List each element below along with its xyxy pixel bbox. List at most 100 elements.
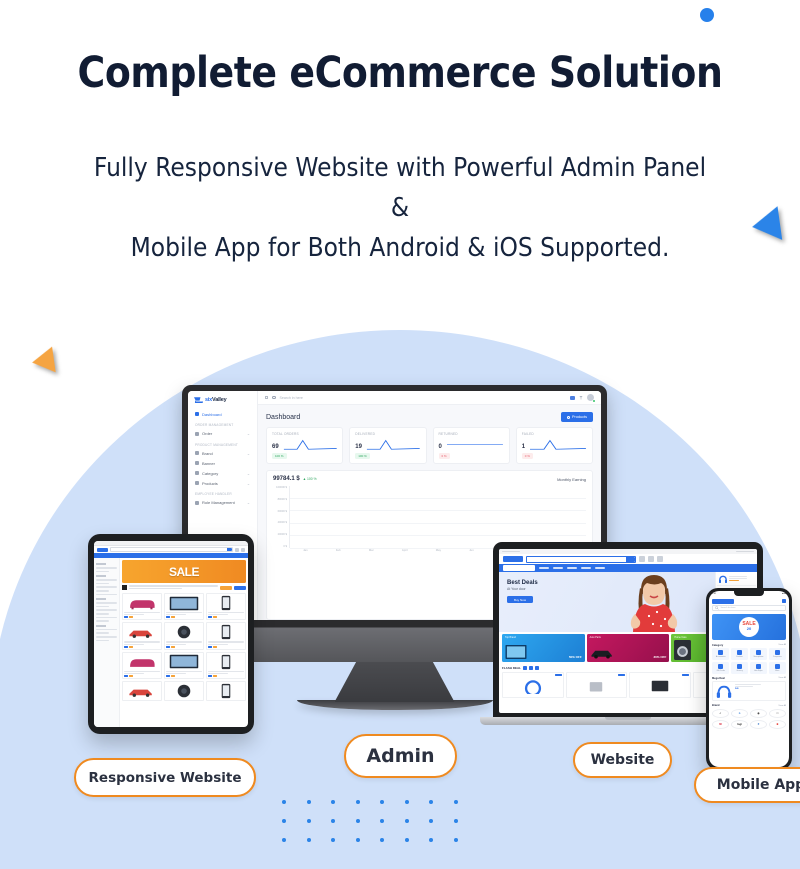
app-logo[interactable] xyxy=(712,598,734,604)
promo-card[interactable]: Top Brand 50% OFF xyxy=(502,634,585,662)
sidebar-section-product-management: PRODUCT MANAGEMENT xyxy=(195,442,239,447)
label-responsive-website[interactable]: Responsive Website xyxy=(74,758,256,797)
stat-card-total-orders[interactable]: TOTAL ORDERS 69 100 % xyxy=(266,427,344,464)
y-tick: 20000 $ xyxy=(277,533,287,537)
promo-card[interactable]: Auto Parts 30% OFF xyxy=(586,634,670,662)
notification-icon[interactable] xyxy=(579,395,583,400)
nav-item-mobile[interactable] xyxy=(595,567,605,569)
sparkline-icon xyxy=(283,439,337,450)
sidebar-item-brand[interactable]: Brand ⌄ xyxy=(188,448,257,458)
product-card[interactable] xyxy=(164,651,204,680)
cart-icon[interactable] xyxy=(657,556,663,562)
notification-icon[interactable] xyxy=(782,599,786,603)
cart-icon[interactable] xyxy=(241,547,245,552)
stat-card-delivered[interactable]: DELIVERED 19 100 % xyxy=(349,427,427,464)
product-card[interactable] xyxy=(206,681,246,702)
chart-gridline xyxy=(290,522,586,524)
category-tile-hair-styler[interactable]: Hair Styler xyxy=(749,661,768,674)
offers-icon[interactable] xyxy=(648,556,654,562)
filter-sidebar[interactable] xyxy=(94,558,120,727)
site-logo[interactable] xyxy=(97,547,108,552)
brand-nike[interactable]: ✓ xyxy=(712,708,729,718)
product-card[interactable] xyxy=(164,622,204,650)
sidebar-item-label: Banner xyxy=(202,460,215,466)
orange-action-button[interactable] xyxy=(220,585,232,590)
app-sale-banner[interactable]: SALE 20 xyxy=(712,613,786,640)
product-card[interactable] xyxy=(122,651,162,680)
sidebar-item-order[interactable]: Order ⌄ xyxy=(188,429,257,439)
nav-item-gift[interactable] xyxy=(567,567,577,569)
nav-item-pets[interactable] xyxy=(553,567,563,569)
brand-cc[interactable]: ◉ xyxy=(750,708,767,718)
wishlist-icon[interactable] xyxy=(639,556,645,562)
stat-card-failed[interactable]: FAILED 1 0 % xyxy=(515,427,593,464)
products-button[interactable]: Products xyxy=(561,412,593,422)
brand-mader[interactable]: M xyxy=(712,719,729,729)
language-icon[interactable] xyxy=(570,395,575,400)
brand-logi[interactable]: logi xyxy=(731,719,748,729)
sidebar-item-products[interactable]: Products ⌄ xyxy=(188,478,257,488)
label-mobile-app[interactable]: Mobile App xyxy=(694,767,800,803)
label-website[interactable]: Website xyxy=(573,742,672,778)
label-admin[interactable]: Admin xyxy=(344,734,457,778)
menu-toggle-icon[interactable] xyxy=(265,396,268,399)
admin-brand-name: sixValley xyxy=(205,396,227,403)
brand-ford[interactable]: F xyxy=(750,719,767,729)
product-card[interactable] xyxy=(164,681,204,702)
blue-action-button[interactable] xyxy=(234,585,246,590)
sparkline-icon xyxy=(446,444,503,445)
view-all-link[interactable]: View All xyxy=(778,677,786,679)
product-card[interactable] xyxy=(206,593,246,621)
category-label: Smartphone xyxy=(753,656,764,658)
nav-item-electronic[interactable] xyxy=(581,567,591,569)
product-card[interactable] xyxy=(164,593,204,621)
tablet-site-header xyxy=(94,546,248,553)
stat-card-returned[interactable]: RETURNED 0 0 % xyxy=(432,427,510,464)
product-card[interactable] xyxy=(122,681,162,702)
stat-delta: 0 % xyxy=(438,453,450,459)
site-logo[interactable] xyxy=(503,556,523,562)
sidebar-item-role-management[interactable]: Role Management ⌄ xyxy=(188,498,257,508)
wishlist-icon[interactable] xyxy=(235,547,239,552)
earning-percent: ▲ 100 % xyxy=(302,477,317,481)
product-card[interactable] xyxy=(565,672,627,698)
search-input[interactable] xyxy=(526,555,636,563)
view-all-link[interactable]: View All xyxy=(778,644,786,646)
brand-nuvi[interactable]: n xyxy=(731,708,748,718)
admin-logo[interactable]: sixValley xyxy=(188,396,257,409)
categories-dropdown[interactable] xyxy=(503,565,535,571)
search-input[interactable] xyxy=(110,547,233,552)
category-tile-smartphone[interactable]: Smartphone xyxy=(749,648,768,660)
promo-card-badge: 30% OFF xyxy=(653,655,667,659)
list-item[interactable] xyxy=(717,573,756,586)
avatar[interactable] xyxy=(587,394,595,402)
sidebar-item-category[interactable]: Category ⌄ xyxy=(188,468,257,478)
nav-item-home[interactable] xyxy=(539,567,549,569)
app-search-bar[interactable]: Search for item xyxy=(712,605,786,611)
category-tile-fashion[interactable]: Fashion xyxy=(730,648,749,660)
tablet-screen: SALE xyxy=(94,541,248,727)
search-input[interactable]: Search in here xyxy=(280,396,303,400)
buy-now-button[interactable]: Buy Now xyxy=(507,596,533,603)
view-all-link[interactable]: View All xyxy=(778,705,786,707)
sidebar-item-label: Category xyxy=(202,470,219,476)
sale-banner[interactable]: SALE xyxy=(122,560,246,583)
product-card[interactable] xyxy=(122,622,162,650)
deal-card[interactable]: $45 xyxy=(712,681,786,701)
category-tile-gift-cards[interactable]: Gift Cards xyxy=(712,661,730,674)
product-card[interactable] xyxy=(206,622,246,650)
product-card[interactable] xyxy=(122,593,162,621)
product-card[interactable] xyxy=(206,651,246,680)
product-card[interactable] xyxy=(629,672,691,698)
category-tile-computers[interactable]: Computers xyxy=(768,648,786,660)
sidebar-section-employee-handler: EMPLOYEE HANDLER xyxy=(195,492,232,496)
product-card[interactable] xyxy=(502,672,564,698)
color-swatch[interactable] xyxy=(122,585,127,590)
brand-apple[interactable]:  xyxy=(769,708,786,718)
sidebar-item-banner[interactable]: Banner xyxy=(188,458,257,468)
category-tile-grocery[interactable]: Grocery xyxy=(730,661,749,674)
category-tile-accessories[interactable]: Accessories xyxy=(712,648,730,660)
brand-huawei[interactable]: ❄ xyxy=(769,719,786,729)
sidebar-item-dashboard[interactable]: Dashboard xyxy=(188,409,257,419)
category-tile-more[interactable]: More xyxy=(768,661,786,674)
